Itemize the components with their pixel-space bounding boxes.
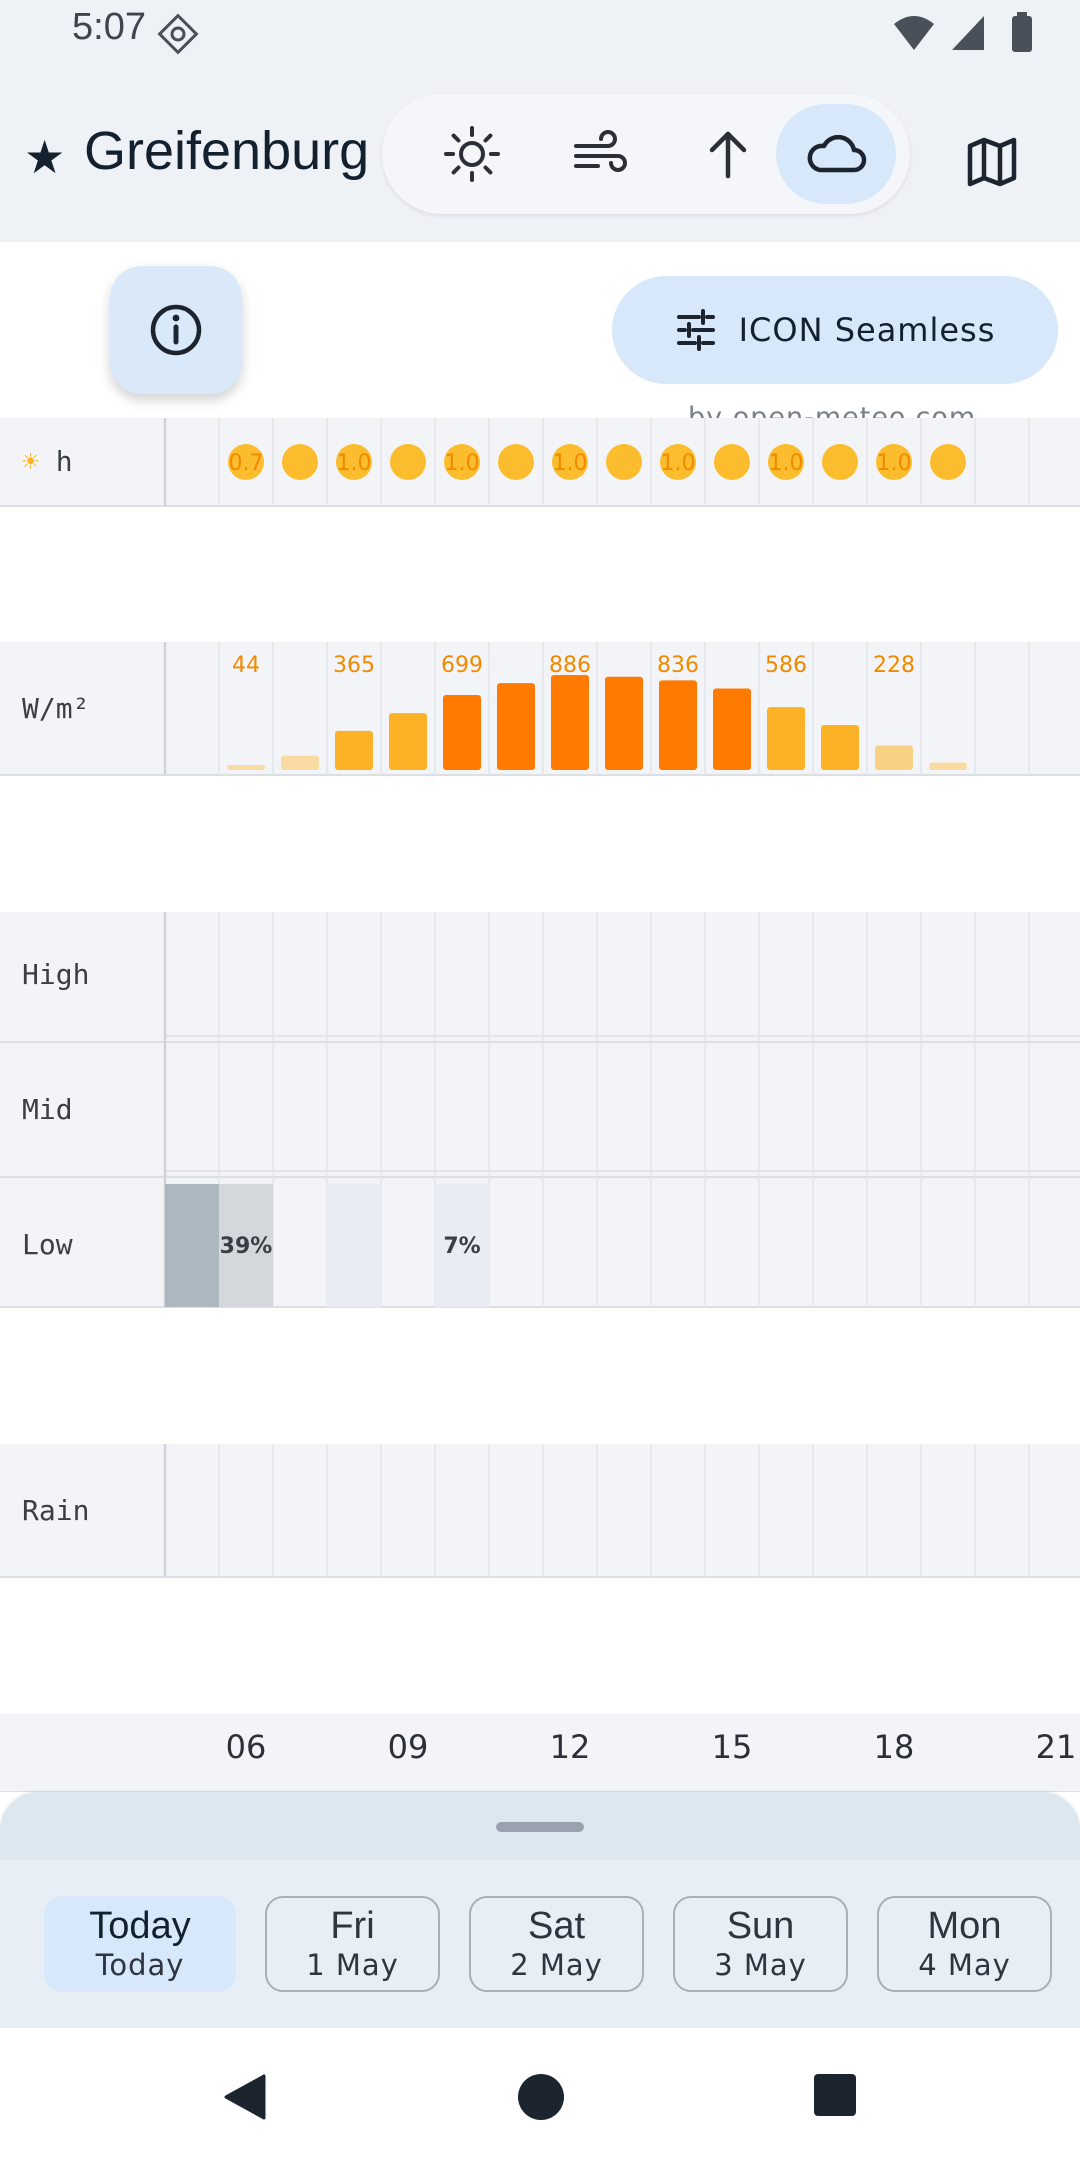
radiation-bar	[713, 688, 751, 770]
x-tick-label: 21	[1036, 1728, 1077, 1766]
x-tick-label: 06	[226, 1728, 267, 1766]
radiation-bar	[875, 745, 913, 770]
day-tab-name: Today	[89, 1905, 191, 1947]
sun-small-icon: ☀	[22, 445, 39, 478]
radiation-bar	[767, 707, 805, 770]
radiation-value: 228	[873, 653, 915, 678]
nav-recents-icon[interactable]	[812, 2072, 858, 2118]
system-nav-bar	[0, 2028, 1080, 2160]
x-tick-label: 18	[874, 1728, 915, 1766]
radiation-bar	[605, 676, 643, 770]
sunshine-dot	[822, 444, 858, 480]
nav-back-icon[interactable]	[220, 2072, 270, 2122]
sunshine-dot	[390, 444, 426, 480]
sunshine-value: 0.7	[229, 451, 264, 476]
radiation-bar	[929, 762, 967, 770]
cloud-low-value: 7%	[443, 1234, 480, 1259]
radiation-bar	[389, 713, 427, 770]
day-tab-name: Mon	[927, 1905, 1002, 1947]
radiation-bar	[227, 765, 265, 770]
day-tab-name: Sun	[726, 1905, 795, 1947]
sunshine-row-label: ☀ h	[22, 445, 73, 478]
x-tick-label: 15	[712, 1728, 753, 1766]
day-tab-fri[interactable]: Fri 1 May	[265, 1896, 440, 1992]
day-tab-date: 1 May	[306, 1948, 399, 1982]
rain-band	[0, 1444, 1080, 1577]
radiation-bar	[497, 683, 535, 770]
day-selector-sheet: Today Today Fri 1 May Sat 2 May Sun 3 Ma…	[0, 1792, 1080, 2028]
radiation-bar	[551, 675, 589, 770]
day-tab-sun[interactable]: Sun 3 May	[673, 1896, 848, 1992]
radiation-value: 886	[549, 653, 591, 678]
radiation-bar	[335, 730, 373, 770]
x-tick-label: 09	[388, 1728, 429, 1766]
radiation-value: 365	[333, 653, 375, 678]
cloud-low-value: 39%	[220, 1234, 273, 1259]
sunshine-value: 1.0	[445, 451, 480, 476]
sunshine-value: 1.0	[877, 451, 912, 476]
sunshine-value: 1.0	[769, 451, 804, 476]
radiation-value: 586	[765, 653, 807, 678]
sunshine-dot	[930, 444, 966, 480]
day-tab-date: 2 May	[510, 1948, 603, 1982]
sunshine-dot	[282, 444, 318, 480]
sunshine-dot	[606, 444, 642, 480]
day-tab-date: Today	[95, 1948, 185, 1982]
cloud-high-label: High	[22, 958, 89, 991]
sunshine-dot	[714, 444, 750, 480]
sunshine-dot	[498, 444, 534, 480]
x-tick-label: 12	[550, 1728, 591, 1766]
day-tab-date: 3 May	[714, 1948, 807, 1982]
cloud-mid-label: Mid	[22, 1093, 73, 1126]
x-axis-band	[0, 1714, 1080, 1792]
nav-home-icon[interactable]	[516, 2072, 566, 2122]
radiation-bar	[659, 680, 697, 770]
day-tab-sat[interactable]: Sat 2 May	[469, 1896, 644, 1992]
day-tab-mon[interactable]: Mon 4 May	[877, 1896, 1052, 1992]
cloud-low-label: Low	[22, 1228, 73, 1261]
cloud-low-cell	[165, 1184, 219, 1307]
radiation-band	[0, 642, 1080, 775]
radiation-bar	[821, 724, 859, 770]
radiation-value: 836	[657, 653, 699, 678]
day-tab-today[interactable]: Today Today	[44, 1896, 236, 1992]
sunshine-value: 1.0	[661, 451, 696, 476]
radiation-bar	[281, 755, 319, 770]
radiation-row-label: W/m²	[22, 692, 89, 725]
day-tab-name: Fri	[330, 1905, 375, 1947]
radiation-value: 44	[232, 653, 260, 678]
sunshine-unit: h	[56, 445, 73, 478]
forecast-chart: 0.7 1.0 1.0 1.0 1.0 1.0 1.0 44 365 699 886 836 586 22…	[0, 418, 1080, 1792]
radiation-bar	[443, 695, 481, 770]
radiation-value: 699	[441, 653, 483, 678]
sunshine-band	[0, 418, 1080, 506]
sunshine-value: 1.0	[337, 451, 372, 476]
cloud-cover-band	[0, 912, 1080, 1307]
cloud-low-cell	[327, 1184, 381, 1307]
sunshine-value: 1.0	[553, 451, 588, 476]
drag-handle[interactable]	[496, 1822, 584, 1832]
day-tab-name: Sat	[527, 1905, 586, 1947]
rain-row-label: Rain	[22, 1494, 89, 1527]
day-tab-date: 4 May	[918, 1948, 1011, 1982]
